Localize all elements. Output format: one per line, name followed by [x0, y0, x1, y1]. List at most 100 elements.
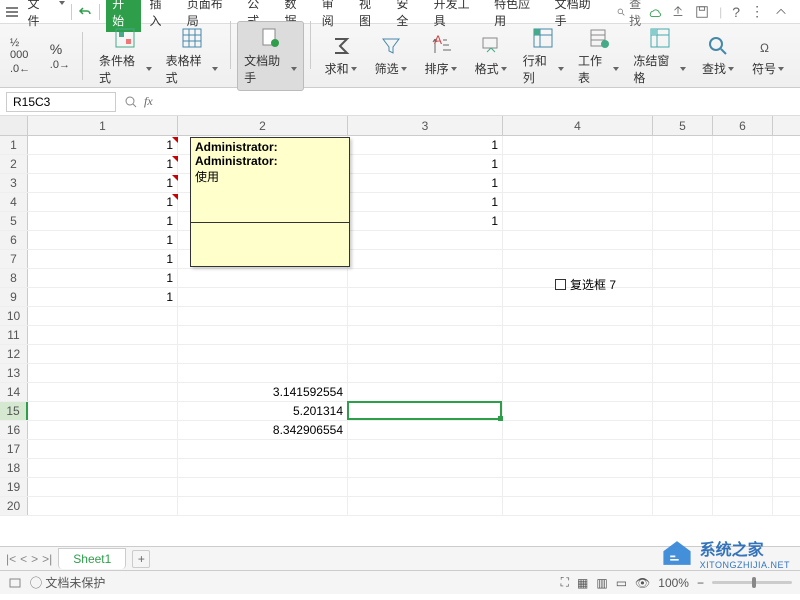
cell[interactable] [503, 231, 653, 249]
cell[interactable] [503, 364, 653, 382]
dropdown-file-icon[interactable] [59, 5, 65, 19]
ribbon-table-style-button[interactable]: 表格样式 [160, 21, 225, 91]
cell[interactable] [653, 326, 713, 344]
ribbon-symbol-button[interactable]: Ω符号 [744, 21, 792, 91]
cell[interactable] [653, 288, 713, 306]
cell[interactable] [178, 326, 348, 344]
cell[interactable] [713, 383, 773, 401]
file-menu[interactable]: 文件 [22, 0, 57, 31]
cell[interactable] [28, 440, 178, 458]
cell[interactable]: 5.201314 [178, 402, 348, 420]
cell[interactable] [28, 459, 178, 477]
ribbon-rowcol-button[interactable]: 行和列 [517, 21, 570, 91]
cell[interactable] [713, 269, 773, 287]
row-header[interactable]: 20 [0, 497, 28, 515]
cell[interactable] [713, 497, 773, 515]
cell[interactable] [503, 383, 653, 401]
sheet-nav-prev-icon[interactable]: < [20, 552, 27, 566]
row-header[interactable]: 18 [0, 459, 28, 477]
zoom-slider[interactable] [712, 581, 792, 584]
row-header[interactable]: 5 [0, 212, 28, 230]
cell[interactable]: 1 [28, 136, 178, 154]
cell[interactable]: 1 [28, 212, 178, 230]
cell[interactable]: 1 [28, 288, 178, 306]
cell[interactable] [28, 364, 178, 382]
cell[interactable]: 1 [348, 136, 503, 154]
checkbox-icon[interactable] [555, 279, 566, 290]
cell[interactable] [178, 497, 348, 515]
fx-icon[interactable]: fx [144, 94, 153, 109]
checkbox-control[interactable]: 复选框 7 [555, 276, 616, 293]
cell[interactable]: 1 [28, 174, 178, 192]
zoom-value[interactable]: 100% [658, 576, 689, 590]
decimal-inc-icon[interactable]: .0→ [50, 59, 70, 71]
cell[interactable] [503, 459, 653, 477]
col-header[interactable]: 5 [653, 116, 713, 135]
row-header[interactable]: 19 [0, 478, 28, 496]
view-normal-icon[interactable]: ▦ [577, 576, 588, 590]
cell[interactable] [713, 136, 773, 154]
help-icon[interactable]: ? [732, 4, 740, 20]
cell[interactable] [348, 307, 503, 325]
cell[interactable] [653, 383, 713, 401]
cell[interactable] [653, 231, 713, 249]
cell[interactable] [503, 155, 653, 173]
cell[interactable]: 1 [28, 269, 178, 287]
cell[interactable]: 1 [348, 193, 503, 211]
cell[interactable] [28, 421, 178, 439]
doc-protect-status[interactable]: ◯ 文档未保护 [30, 574, 105, 591]
cloud-sync-icon[interactable] [647, 5, 661, 19]
cell[interactable] [713, 155, 773, 173]
cell[interactable] [28, 383, 178, 401]
cell[interactable] [348, 478, 503, 496]
cell[interactable] [178, 459, 348, 477]
cell[interactable] [713, 326, 773, 344]
fx-search-icon[interactable] [124, 95, 138, 109]
cell[interactable] [503, 136, 653, 154]
ribbon-format-button[interactable]: 格式 [467, 21, 515, 91]
formula-input[interactable] [159, 93, 659, 111]
save-icon[interactable] [695, 5, 709, 19]
cell[interactable] [713, 174, 773, 192]
cell[interactable] [713, 212, 773, 230]
cell[interactable] [503, 212, 653, 230]
cell[interactable] [348, 421, 503, 439]
cell[interactable] [503, 326, 653, 344]
ribbon-filter-button[interactable]: 筛选 [367, 21, 415, 91]
ribbon-sheet-button[interactable]: 工作表 [572, 21, 625, 91]
cell[interactable] [503, 174, 653, 192]
cell[interactable] [503, 402, 653, 420]
cell[interactable] [28, 402, 178, 420]
ribbon-cond-format-button[interactable]: 条件格式 [93, 21, 158, 91]
cell[interactable] [178, 345, 348, 363]
status-icon[interactable] [8, 576, 22, 590]
cell[interactable] [653, 478, 713, 496]
row-header[interactable]: 4 [0, 193, 28, 211]
app-menu-icon[interactable] [4, 4, 20, 20]
cell[interactable] [348, 383, 503, 401]
cell[interactable]: 3.141592554 [178, 383, 348, 401]
cell[interactable] [713, 307, 773, 325]
sheet-nav-first-icon[interactable]: |< [6, 552, 16, 566]
cell[interactable] [713, 193, 773, 211]
cell[interactable] [348, 459, 503, 477]
row-header[interactable]: 3 [0, 174, 28, 192]
row-header[interactable]: 15 [0, 402, 28, 420]
col-header[interactable]: 1 [28, 116, 178, 135]
cell[interactable] [178, 307, 348, 325]
cell[interactable] [653, 497, 713, 515]
cell[interactable] [28, 307, 178, 325]
cell[interactable] [28, 478, 178, 496]
percent-btn[interactable]: % [50, 41, 70, 57]
col-header[interactable]: 6 [713, 116, 773, 135]
cell[interactable] [503, 193, 653, 211]
col-header[interactable]: 2 [178, 116, 348, 135]
fullscreen-icon[interactable]: ⛶ [561, 575, 569, 590]
sheet-nav-last-icon[interactable]: >| [42, 552, 52, 566]
row-header[interactable]: 2 [0, 155, 28, 173]
cell[interactable] [653, 421, 713, 439]
cell[interactable] [348, 402, 503, 420]
cell[interactable] [653, 307, 713, 325]
row-header[interactable]: 6 [0, 231, 28, 249]
cell[interactable] [653, 364, 713, 382]
